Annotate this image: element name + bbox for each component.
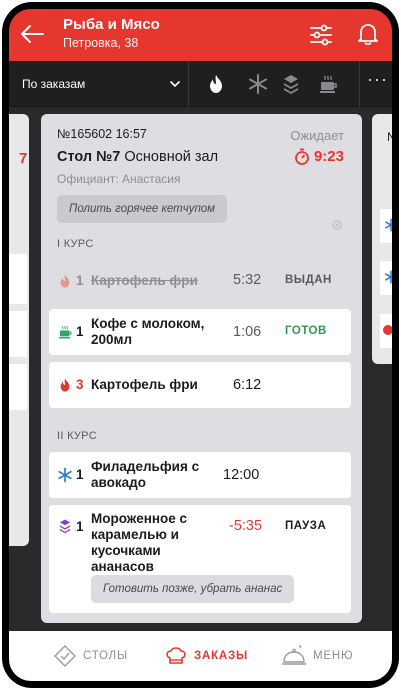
dropdown-label: По заказам: [22, 77, 86, 91]
previous-order-row: [9, 364, 27, 410]
order-item-row[interactable]: 1 Картофель фри 5:32 ВЫДАН: [49, 260, 351, 302]
snowflake-icon: [385, 218, 392, 232]
next-order-card[interactable]: №: [372, 114, 392, 364]
app-header: Рыба и Мясо Петровка, 38: [9, 9, 392, 61]
course-label: II КУРС: [57, 430, 97, 442]
more-options-button[interactable]: ···: [367, 69, 388, 90]
nav-orders-label: ЗАКАЗЫ: [194, 650, 249, 662]
item-quantity: 1: [76, 273, 84, 288]
waiter-name: Официант: Анастасия: [57, 172, 181, 186]
table-icon: [54, 645, 76, 667]
restaurant-title: Рыба и Мясо: [63, 16, 160, 33]
order-status: Ожидает: [290, 128, 344, 143]
filter-settings-icon[interactable]: [309, 23, 333, 47]
order-item-row[interactable]: 1 Кофе с молоком, 200мл 1:06 ГОТОВ: [49, 309, 351, 355]
order-number: №165602 16:57: [57, 127, 147, 141]
previous-order-row: [9, 254, 27, 304]
stopwatch-icon: [295, 148, 309, 165]
order-card[interactable]: №165602 16:57 Ожидает Стол №7 Основной з…: [41, 114, 362, 623]
item-time: 5:32: [233, 272, 262, 288]
next-order-row: [380, 314, 392, 348]
item-time: -5:35: [229, 518, 263, 534]
chevron-down-icon: [170, 81, 180, 88]
item-time: 12:00: [223, 467, 260, 483]
item-quantity: 1: [76, 324, 84, 339]
gear-icon[interactable]: [330, 218, 344, 232]
item-name: Мороженное с карамелью и кусочками анана…: [91, 511, 188, 574]
item-quantity: 3: [76, 377, 84, 392]
cloche-icon: [282, 645, 306, 665]
fire-icon[interactable]: [205, 73, 227, 95]
order-timer: 9:23: [294, 148, 344, 165]
previous-order-row: [9, 311, 27, 357]
item-status: ВЫДАН: [285, 274, 332, 286]
phone-frame: Рыба и Мясо Петровка, 38 По заказам ··· …: [2, 2, 399, 688]
nav-menu-label: МЕНЮ: [313, 650, 354, 662]
back-arrow-icon[interactable]: [19, 23, 45, 45]
item-time: 6:12: [233, 377, 262, 393]
order-item-row[interactable]: 1 Филадельфия с авокадо 12:00: [49, 452, 351, 498]
app-screen: Рыба и Мясо Петровка, 38 По заказам ··· …: [9, 9, 392, 681]
order-item-row[interactable]: 1 Мороженное с карамелью и кусочками ана…: [49, 505, 351, 613]
next-order-row: [380, 261, 392, 295]
timer-value: 9:23: [313, 148, 344, 165]
snowflake-icon[interactable]: [247, 73, 269, 95]
hall-name: Основной зал: [124, 149, 219, 165]
course-label: I КУРС: [57, 238, 94, 250]
nav-tables[interactable]: СТОЛЫ: [53, 631, 128, 681]
order-item-row[interactable]: 3 Картофель фри 6:12: [49, 362, 351, 408]
layers-icon: [59, 519, 71, 534]
snowflake-icon: [385, 270, 392, 284]
fire-icon: [60, 378, 70, 392]
bell-icon[interactable]: [357, 22, 379, 46]
item-quantity: 1: [76, 519, 84, 534]
toolbar-separator: [359, 61, 360, 107]
coffee-icon[interactable]: [317, 73, 339, 95]
fire-icon: [60, 274, 70, 288]
item-quantity: 1: [76, 467, 84, 482]
nav-menu[interactable]: МЕНЮ: [281, 631, 353, 681]
previous-order-card[interactable]: 7: [9, 114, 29, 546]
order-grouping-dropdown[interactable]: По заказам: [9, 61, 189, 107]
item-name: Филадельфия с авокадо: [91, 459, 200, 490]
previous-order-timer-fragment: 7: [19, 150, 28, 167]
coffee-icon: [59, 325, 72, 339]
table-number: Стол №7: [57, 149, 121, 165]
bottom-navigation: СТОЛЫ ЗАКАЗЫ МЕНЮ: [9, 631, 392, 681]
item-name: Кофе с молоком, 200мл: [91, 316, 205, 347]
layers-icon[interactable]: [280, 73, 302, 95]
item-status: ГОТОВ: [285, 325, 327, 337]
order-note: Полить горячее кетчупом: [57, 195, 228, 223]
item-name: Картофель фри: [91, 377, 198, 392]
filter-toolbar: По заказам ···: [9, 61, 392, 107]
item-name: Картофель фри: [91, 273, 198, 288]
item-time: 1:06: [233, 324, 262, 340]
nav-orders[interactable]: ЗАКАЗЫ: [164, 631, 248, 681]
order-table: Стол №7 Основной зал: [57, 149, 218, 165]
item-note: Готовить позже, убрать ананас: [91, 575, 295, 603]
nav-tables-label: СТОЛЫ: [83, 650, 128, 662]
next-order-number-fragment: №: [387, 130, 392, 144]
chef-hat-icon: [166, 647, 186, 664]
status-dot-icon: [383, 325, 392, 335]
next-order-row: [380, 209, 392, 243]
snowflake-icon: [58, 467, 72, 483]
restaurant-address: Петровка, 38: [63, 36, 139, 50]
item-status: ПАУЗА: [285, 520, 327, 532]
